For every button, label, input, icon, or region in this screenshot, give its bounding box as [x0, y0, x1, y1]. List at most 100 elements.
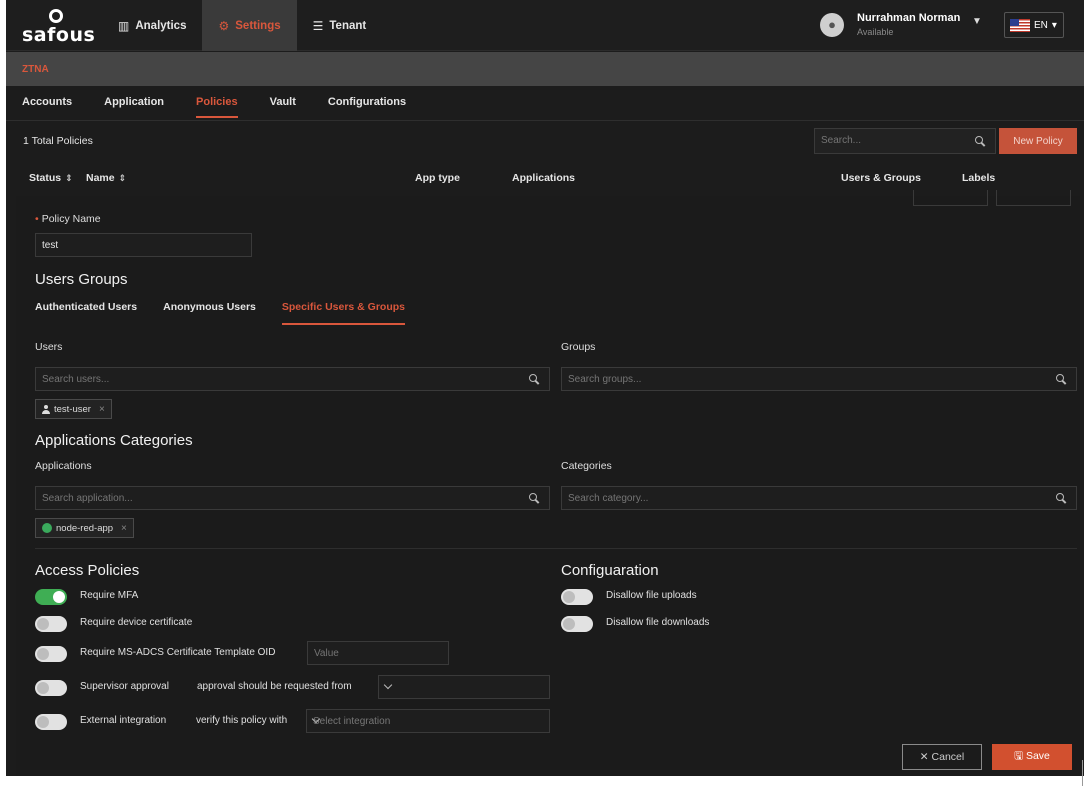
- nav-settings-label: Settings: [235, 19, 281, 32]
- require-ms-adcs-toggle[interactable]: [35, 646, 67, 662]
- disallow-downloads-toggle[interactable]: [561, 616, 593, 632]
- cancel-button[interactable]: ✕ Cancel: [902, 744, 982, 770]
- nav-tenant-label: Tenant: [329, 19, 367, 32]
- required-marker: •: [35, 213, 39, 225]
- approval-from-select[interactable]: [378, 675, 550, 699]
- hidden-row-action: [996, 190, 1071, 206]
- user-name: Nurrahman Norman: [857, 12, 961, 24]
- cancel-button-label: Cancel: [931, 751, 965, 763]
- policy-name-input[interactable]: [42, 240, 236, 251]
- categories-search-field[interactable]: [561, 486, 1077, 510]
- remove-icon[interactable]: ×: [99, 404, 105, 415]
- disallow-uploads-toggle[interactable]: [561, 589, 593, 605]
- nav-analytics[interactable]: ▥ Analytics: [102, 0, 202, 51]
- tab-authenticated-users[interactable]: Authenticated Users: [35, 299, 137, 327]
- applications-search-input[interactable]: [42, 493, 504, 504]
- supervisor-approval-label: Supervisor approval: [80, 681, 169, 692]
- tab-policies[interactable]: Policies: [196, 87, 238, 120]
- us-flag-icon: [1010, 18, 1030, 32]
- users-search-field[interactable]: [35, 367, 550, 391]
- integration-select-placeholder: Select integration: [313, 716, 391, 727]
- caret-down-icon: ▼: [972, 16, 982, 27]
- applications-search-field[interactable]: [35, 486, 550, 510]
- app-window: safous ▥ Analytics ⚙ Settings ☰ Tenant ●…: [6, 0, 1084, 776]
- search-icon: [1056, 374, 1066, 384]
- require-ms-adcs-label: Require MS-ADCS Certificate Template OID: [80, 647, 276, 658]
- new-policy-button[interactable]: New Policy: [999, 128, 1077, 154]
- column-app-type: App type: [415, 172, 460, 184]
- policy-name-label: • Policy Name: [35, 213, 101, 225]
- user-avatar-icon: ●: [820, 13, 844, 37]
- application-chip-label: node-red-app: [56, 522, 114, 534]
- tab-accounts[interactable]: Accounts: [22, 87, 72, 120]
- tab-application[interactable]: Application: [104, 87, 164, 120]
- user-chip: test-user ×: [35, 399, 112, 419]
- column-labels: Labels: [962, 172, 996, 184]
- close-icon: ✕: [919, 751, 932, 763]
- user-icon: [42, 404, 50, 414]
- policy-name-label-text: Policy Name: [41, 213, 101, 225]
- bar-chart-icon: ▥: [118, 18, 130, 33]
- nav-tenant[interactable]: ☰ Tenant: [297, 0, 383, 51]
- categories-search-input[interactable]: [568, 493, 1031, 504]
- section-title: ZTNA: [22, 64, 49, 75]
- application-chip: node-red-app ×: [35, 518, 134, 538]
- external-integration-toggle[interactable]: [35, 714, 67, 730]
- sort-icon: ⇕: [65, 173, 73, 183]
- tab-anonymous-users[interactable]: Anonymous Users: [163, 299, 256, 327]
- integration-select[interactable]: Select integration: [306, 709, 550, 733]
- external-integration-label: External integration: [80, 715, 167, 726]
- tab-vault[interactable]: Vault: [270, 87, 296, 120]
- tab-configurations[interactable]: Configurations: [328, 87, 406, 120]
- column-name-label: Name: [86, 172, 115, 184]
- users-label: Users: [35, 341, 63, 353]
- configuration-heading: Configuaration: [561, 562, 659, 579]
- column-name[interactable]: Name ⇕: [86, 172, 126, 184]
- oid-value-input[interactable]: [314, 648, 440, 659]
- main-nav: ▥ Analytics ⚙ Settings ☰ Tenant: [102, 0, 382, 51]
- top-bar: safous ▥ Analytics ⚙ Settings ☰ Tenant ●…: [6, 0, 1084, 51]
- column-status-label: Status: [29, 172, 62, 184]
- list-icon: ☰: [312, 18, 324, 33]
- sub-tabs: Accounts Application Policies Vault Conf…: [6, 87, 1084, 121]
- groups-label: Groups: [561, 341, 596, 353]
- groups-search-field[interactable]: [561, 367, 1077, 391]
- users-search-input[interactable]: [42, 374, 504, 385]
- policy-search-input[interactable]: [821, 135, 971, 146]
- tab-specific-users-groups[interactable]: Specific Users & Groups: [281, 299, 406, 327]
- column-status[interactable]: Status ⇕: [29, 172, 73, 184]
- search-icon: [529, 493, 539, 503]
- save-button[interactable]: 🖫 Save: [992, 744, 1072, 770]
- language-select[interactable]: EN ▾: [1004, 12, 1064, 38]
- require-mfa-label: Require MFA: [80, 590, 139, 601]
- search-icon[interactable]: [975, 136, 985, 146]
- categories-label: Categories: [561, 460, 612, 472]
- supervisor-approval-toggle[interactable]: [35, 680, 67, 696]
- page-edge-line: [1082, 760, 1083, 786]
- access-policies-heading: Access Policies: [35, 562, 140, 579]
- policy-name-field[interactable]: [35, 233, 252, 257]
- nav-settings[interactable]: ⚙ Settings: [202, 0, 297, 51]
- language-code: EN: [1034, 19, 1048, 31]
- approval-from-label: approval should be requested from: [197, 681, 352, 692]
- remove-icon[interactable]: ×: [121, 523, 127, 534]
- edit-policy-panel: •Policy Name Users Groups Authenticated …: [16, 190, 1080, 776]
- require-mfa-toggle[interactable]: [35, 589, 67, 605]
- gear-icon: ⚙: [218, 18, 230, 33]
- require-device-certificate-toggle[interactable]: [35, 616, 67, 632]
- column-applications: Applications: [512, 172, 576, 184]
- policy-search[interactable]: [814, 128, 996, 154]
- safous-logo[interactable]: safous: [22, 7, 95, 46]
- user-chip-label: test-user: [54, 403, 91, 415]
- groups-search-input[interactable]: [568, 374, 1031, 385]
- oid-value-field[interactable]: [307, 641, 449, 665]
- column-users-groups: Users & Groups: [841, 172, 921, 184]
- user-type-tabs: Authenticated Users Anonymous Users Spec…: [35, 299, 431, 327]
- nav-analytics-label: Analytics: [135, 19, 187, 32]
- require-device-certificate-label: Require device certificate: [80, 617, 193, 628]
- applications-label: Applications: [35, 460, 92, 472]
- app-status-dot-icon: [42, 523, 52, 533]
- users-groups-heading: Users Groups: [35, 271, 128, 288]
- policy-table-header: Status ⇕ Name ⇕ App type Applications User…: [6, 164, 1084, 192]
- chevron-down-icon: [383, 680, 393, 690]
